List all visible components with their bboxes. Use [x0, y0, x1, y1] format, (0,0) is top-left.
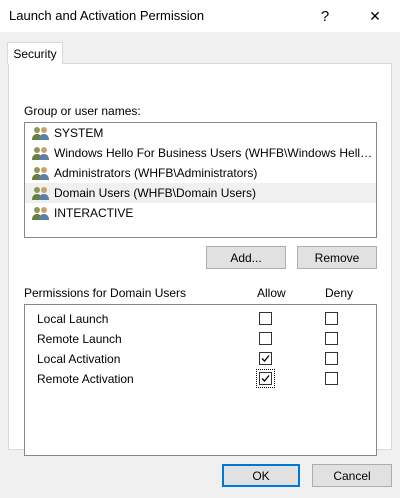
close-button[interactable]: ✕ [352, 0, 398, 32]
permission-row: Remote Activation [25, 369, 376, 389]
tab-security[interactable]: Security [7, 42, 63, 64]
list-item-selected[interactable]: Domain Users (WHFB\Domain Users) [25, 183, 376, 203]
list-item[interactable]: INTERACTIVE [25, 203, 376, 223]
permission-name: Remote Activation [37, 372, 134, 386]
deny-checkbox[interactable] [325, 312, 338, 325]
permission-row: Local Activation [25, 349, 376, 369]
window-title: Launch and Activation Permission [9, 8, 205, 23]
users-icon [32, 127, 49, 140]
help-button[interactable]: ? [302, 0, 348, 32]
list-item[interactable]: SYSTEM [25, 123, 376, 143]
list-item[interactable]: Administrators (WHFB\Administrators) [25, 163, 376, 183]
list-item-label: INTERACTIVE [54, 206, 134, 220]
list-item-label: Windows Hello For Business Users (WHFB\W… [54, 146, 374, 160]
users-icon [32, 147, 49, 160]
list-item[interactable]: Windows Hello For Business Users (WHFB\W… [25, 143, 376, 163]
permission-row: Local Launch [25, 309, 376, 329]
permissions-list: Local Launch Remote Launch Local Activat… [24, 304, 377, 456]
permission-row: Remote Launch [25, 329, 376, 349]
list-item-label: SYSTEM [54, 126, 104, 140]
deny-column-header: Deny [325, 286, 354, 300]
ok-button[interactable]: OK [222, 464, 300, 487]
users-icon [32, 207, 49, 220]
allow-checkbox[interactable] [259, 312, 272, 325]
security-tab-panel: Group or user names: SYSTEM Windows Hell… [8, 63, 392, 456]
deny-checkbox[interactable] [325, 332, 338, 345]
deny-checkbox[interactable] [325, 372, 338, 385]
list-item-label: Domain Users (WHFB\Domain Users) [54, 186, 257, 200]
permission-name: Remote Launch [37, 332, 122, 346]
remove-button[interactable]: Remove [297, 246, 377, 269]
allow-checkbox[interactable] [259, 352, 272, 365]
permission-name: Local Launch [37, 312, 109, 326]
list-item-label: Administrators (WHFB\Administrators) [54, 166, 258, 180]
users-icon [32, 187, 49, 200]
checkmark-icon [261, 355, 270, 362]
allow-column-header: Allow [257, 286, 286, 300]
add-button[interactable]: Add... [206, 246, 286, 269]
group-list-label: Group or user names: [24, 104, 141, 118]
permission-name: Local Activation [37, 352, 121, 366]
dialog-client-area: Security Group or user names: SYSTEM Win… [0, 32, 400, 498]
checkmark-icon [261, 375, 270, 382]
permissions-header: Permissions for Domain Users [24, 286, 187, 300]
group-user-listbox[interactable]: SYSTEM Windows Hello For Business Users … [24, 122, 377, 238]
allow-checkbox[interactable] [256, 369, 275, 388]
allow-checkbox[interactable] [259, 332, 272, 345]
cancel-button[interactable]: Cancel [312, 464, 392, 487]
deny-checkbox[interactable] [325, 352, 338, 365]
title-bar: Launch and Activation Permission ? ✕ [0, 0, 400, 32]
users-icon [32, 167, 49, 180]
